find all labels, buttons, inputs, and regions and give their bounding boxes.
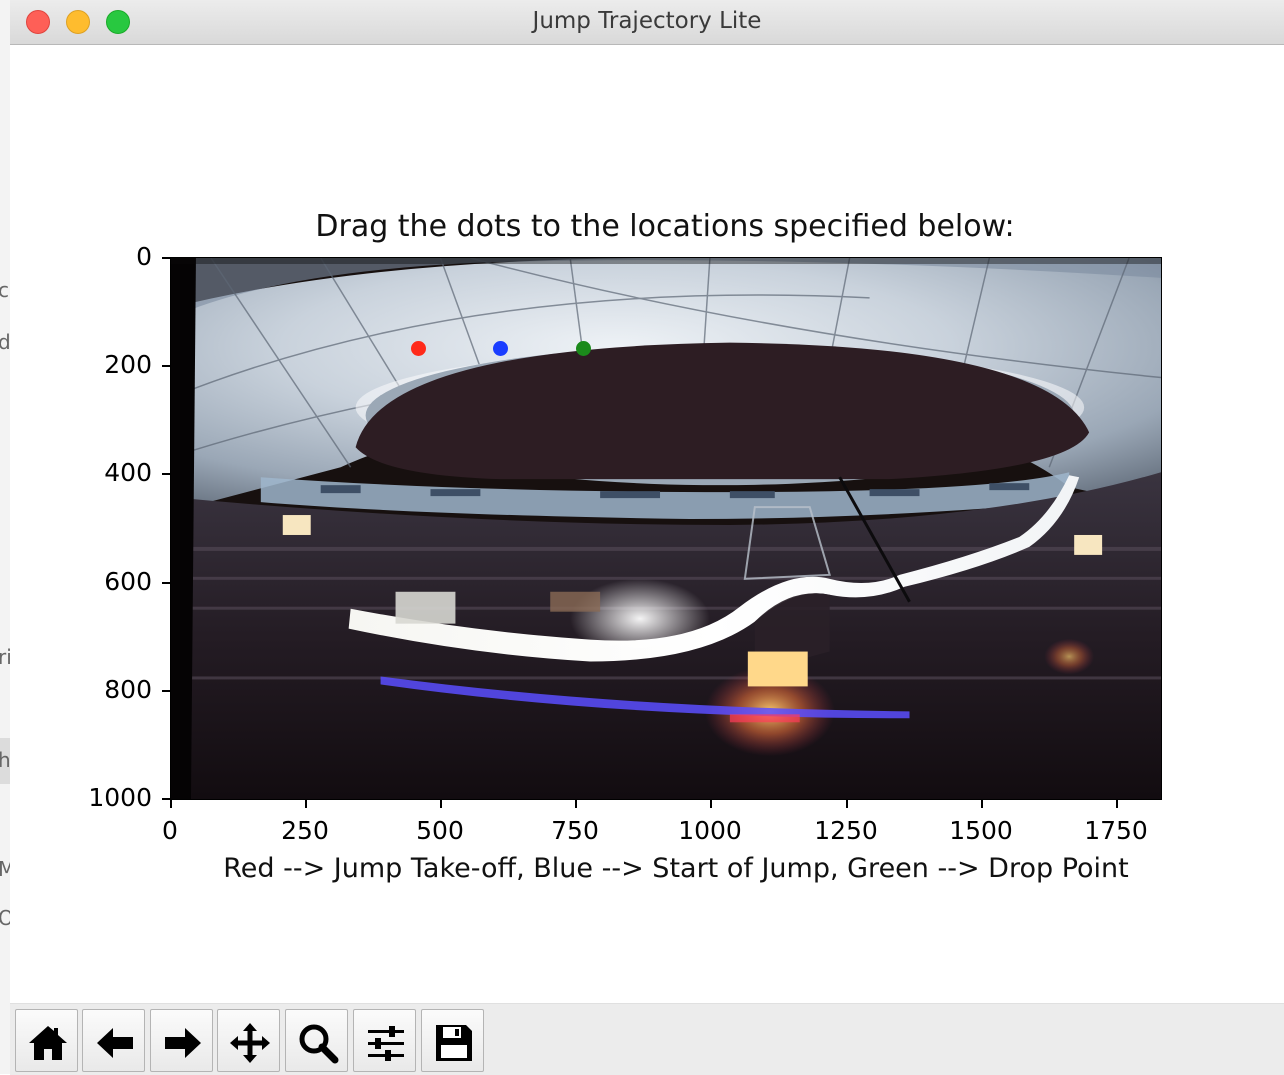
navigation-toolbar [10,1003,1284,1075]
x-tick-mark [170,800,172,808]
arrow-left-icon [97,1028,133,1058]
plot-axes[interactable] [170,257,1162,800]
forward-button[interactable] [150,1009,213,1072]
x-tick-label: 1250 [814,816,878,845]
y-tick-mark [162,690,170,692]
x-tick-mark [710,800,712,808]
y-tick-mark [162,473,170,475]
x-tick-label: 0 [162,816,178,845]
x-tick-label: 250 [281,816,329,845]
home-button[interactable] [15,1009,78,1072]
magnifier-icon [299,1024,339,1064]
y-tick-label: 0 [136,242,152,271]
y-tick-label: 600 [104,567,152,596]
background-text-fragment: c [0,278,9,302]
figure-canvas: Drag the dots to the locations specified… [10,45,1284,1003]
y-tick-mark [162,798,170,800]
arrow-right-icon [165,1028,201,1058]
x-axis-label: Red --> Jump Take-off, Blue --> Start of… [223,853,1129,884]
x-tick-mark [981,800,983,808]
configure-subplots-button[interactable] [353,1009,416,1072]
x-tick-label: 1500 [949,816,1013,845]
back-button[interactable] [82,1009,145,1072]
y-tick-mark [162,257,170,259]
y-tick-label: 1000 [88,783,152,812]
app-window: Jump Trajectory Lite Drag the dots to th… [10,0,1284,1075]
pan-button[interactable] [217,1009,280,1072]
move-icon [230,1023,270,1063]
save-button[interactable] [421,1009,484,1072]
title-bar[interactable]: Jump Trajectory Lite [10,0,1284,45]
drop-point-marker[interactable] [576,340,592,356]
x-tick-label: 1000 [678,816,742,845]
x-tick-mark [440,800,442,808]
y-tick-mark [162,365,170,367]
y-tick-label: 400 [104,458,152,487]
x-tick-mark [1116,800,1118,808]
jump-takeoff-marker[interactable] [411,340,427,356]
x-tick-label: 500 [416,816,464,845]
x-tick-mark [575,800,577,808]
y-tick-label: 200 [104,350,152,379]
x-tick-mark [846,800,848,808]
sliders-icon [368,1026,404,1061]
y-tick-label: 800 [104,675,152,704]
x-tick-label: 1750 [1084,816,1148,845]
window-title: Jump Trajectory Lite [532,8,762,34]
stadium-photo [171,258,1161,799]
x-tick-mark [305,800,307,808]
plot-title: Drag the dots to the locations specified… [315,209,1015,244]
zoom-button[interactable] [285,1009,348,1072]
floppy-icon [436,1025,472,1061]
home-icon [29,1026,67,1060]
x-tick-label: 750 [551,816,599,845]
y-tick-mark [162,582,170,584]
jump-start-marker[interactable] [493,340,509,356]
